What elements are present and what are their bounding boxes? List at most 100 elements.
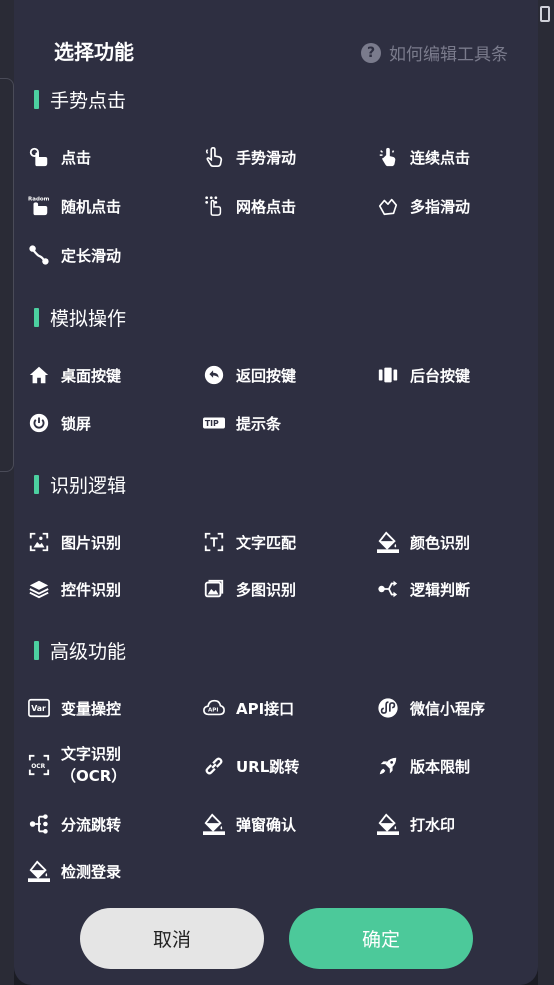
item-grid-click[interactable]: 网格点击 [203,195,296,217]
cloud-api-icon: API [203,697,225,719]
item-logic-judge[interactable]: 逻辑判断 [377,578,470,600]
tip-icon: TIP [203,412,225,434]
item-label: 版本限制 [410,757,471,776]
item-label: 多指滑动 [410,197,471,216]
item-multi-image-recognize[interactable]: 多图识别 [203,578,296,600]
item-label: API接口 [236,699,295,718]
item-watermark[interactable]: 打水印 [377,813,455,835]
paint-bucket-icon [203,813,225,835]
home-icon [28,364,50,386]
item-random-click[interactable]: Radom 随机点击 [28,195,121,217]
item-label: 变量操控 [61,699,122,718]
help-icon: ? [361,42,381,63]
rocket-icon [377,755,399,777]
item-label: 颜色识别 [410,533,471,552]
image-scan-icon [28,531,50,553]
item-popup-confirm[interactable]: 弹窗确认 [203,813,296,835]
help-link[interactable]: ? 如何编辑工具条 [361,40,508,65]
item-color-recognize[interactable]: 颜色识别 [377,531,470,553]
section-title: 手势点击 [50,90,127,112]
section-accent-bar [34,90,39,109]
help-link-label: 如何编辑工具条 [389,45,508,65]
item-label: 随机点击 [61,197,122,216]
section-accent-bar [34,641,39,660]
section-title: 模拟操作 [50,308,127,330]
item-gesture-swipe[interactable]: 手势滑动 [203,146,296,168]
item-label-line2: （OCR） [61,767,127,785]
item-back-key[interactable]: 返回按键 [203,364,296,386]
item-label: 桌面按键 [61,366,122,385]
item-label: 微信小程序 [410,699,486,718]
svg-text:API: API [208,708,218,714]
svg-text:TIP: TIP [205,419,219,428]
item-ocr[interactable]: OCR 文字识别 （OCR） [28,743,126,787]
item-label: 提示条 [236,414,282,433]
item-lock-screen[interactable]: 锁屏 [28,412,91,434]
paint-bucket-icon [377,531,399,553]
item-wechat-mini-program[interactable]: 微信小程序 [377,697,485,719]
item-label: 控件识别 [61,580,122,599]
item-label: 网格点击 [236,197,297,216]
section-accent-bar [34,308,39,327]
random-tap-icon: Radom [28,195,50,217]
item-label: 文字匹配 [236,533,297,552]
item-label: 多图识别 [236,580,297,599]
paint-bucket-icon [28,860,50,882]
split-flow-icon [28,813,50,835]
item-branch-jump[interactable]: 分流跳转 [28,813,121,835]
confirm-button[interactable]: 确定 [289,908,473,969]
background-app-right-edge [538,0,554,985]
ocr-icon: OCR [28,754,50,776]
multi-image-icon [203,578,225,600]
multi-tap-icon [377,146,399,168]
item-label: 文字识别 （OCR） [61,743,126,787]
multi-finger-icon [377,195,399,217]
variable-icon: Var [28,697,50,719]
section-recognition-logic: 识别逻辑 [34,471,126,498]
mini-program-icon [377,697,399,719]
tap-hand-icon [28,146,50,168]
item-label: 逻辑判断 [410,580,471,599]
item-label: 分流跳转 [61,815,122,834]
svg-text:Radom: Radom [28,197,50,203]
item-label: 锁屏 [61,414,92,433]
select-function-dialog: 选择功能 ? 如何编辑工具条 手势点击 点击 手势滑动 连续点击 Radom 随… [14,0,538,985]
paint-bucket-icon [377,813,399,835]
swipe-hand-icon [203,146,225,168]
item-label: 点击 [61,148,92,167]
item-login-detect[interactable]: 检测登录 [28,860,121,882]
recent-apps-icon [377,364,399,386]
item-home-key[interactable]: 桌面按键 [28,364,121,386]
item-multi-finger-swipe[interactable]: 多指滑动 [377,195,470,217]
item-continuous-click[interactable]: 连续点击 [377,146,470,168]
text-scan-icon [203,531,225,553]
item-tip-bar[interactable]: TIP 提示条 [203,412,281,434]
item-fixed-swipe[interactable]: 定长滑动 [28,244,121,266]
section-title: 识别逻辑 [50,475,127,497]
item-text-match[interactable]: 文字匹配 [203,531,296,553]
cancel-button[interactable]: 取消 [80,908,264,969]
item-api[interactable]: API API接口 [203,697,294,719]
item-widget-recognize[interactable]: 控件识别 [28,578,121,600]
item-label: 图片识别 [61,533,122,552]
item-label: URL跳转 [236,757,300,776]
svg-text:OCR: OCR [31,763,45,770]
item-label: 打水印 [410,815,456,834]
item-version-limit[interactable]: 版本限制 [377,755,470,777]
item-label: 后台按键 [410,366,471,385]
dialog-title: 选择功能 [54,40,134,64]
svg-text:Var: Var [31,704,46,713]
item-label: 弹窗确认 [236,815,297,834]
battery-icon [540,6,550,22]
item-label: 定长滑动 [61,246,122,265]
layers-icon [28,578,50,600]
item-url-jump[interactable]: URL跳转 [203,755,299,777]
grid-tap-icon [203,195,225,217]
item-recent-key[interactable]: 后台按键 [377,364,470,386]
item-variable-op[interactable]: Var 变量操控 [28,697,121,719]
item-image-recognize[interactable]: 图片识别 [28,531,121,553]
item-click[interactable]: 点击 [28,146,91,168]
fixed-swipe-icon [28,244,50,266]
section-title: 高级功能 [50,641,127,663]
section-advanced-functions: 高级功能 [34,637,126,664]
